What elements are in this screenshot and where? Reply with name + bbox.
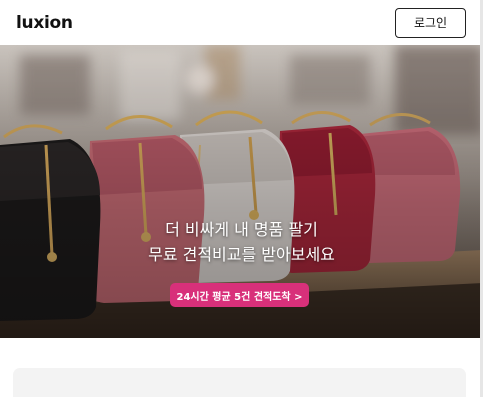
- hero-headline: 더 비싸게 내 명품 팔기 무료 견적비교를 받아보세요: [0, 217, 483, 267]
- content-card: [13, 368, 466, 397]
- brand-logo[interactable]: luxion: [16, 13, 73, 33]
- hero-line-2: 무료 견적비교를 받아보세요: [148, 245, 335, 264]
- login-button[interactable]: 로그인: [395, 7, 466, 38]
- hero-banner: 더 비싸게 내 명품 팔기 무료 견적비교를 받아보세요 24시간 평균 5건 …: [0, 45, 483, 338]
- hero-line-1: 더 비싸게 내 명품 팔기: [165, 220, 318, 239]
- quote-cta-button[interactable]: 24시간 평균 5건 견적도착 >: [170, 283, 309, 307]
- top-header: luxion 로그인: [0, 0, 483, 45]
